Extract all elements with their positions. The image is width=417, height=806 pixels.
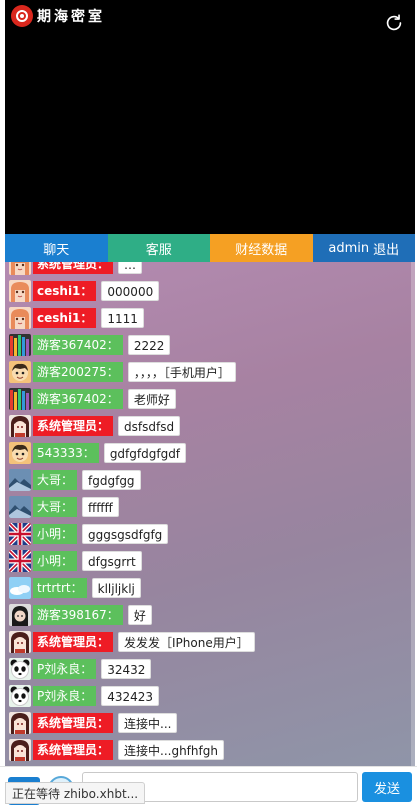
message-sender-name: P刘永良： <box>33 659 97 679</box>
chat-message: 系统管理员： 发发发［IPhone用户］ <box>9 631 255 653</box>
message-sender-name: 系统管理员： <box>33 262 114 274</box>
message-sender-name: 系统管理员： <box>33 740 114 760</box>
girl-avatar <box>9 262 31 275</box>
message-sender-name: trtrtrt： <box>33 578 87 598</box>
girl-avatar <box>9 280 31 302</box>
chat-message: 543333： gdfgfdgfgdf <box>9 442 187 464</box>
anime-avatar <box>9 739 31 761</box>
video-player[interactable]: 期海密室 <box>5 0 415 234</box>
sky-avatar <box>9 577 31 599</box>
tab-finance-data[interactable]: 财经数据 <box>210 234 313 262</box>
message-text: dfgsgrrt <box>82 551 142 571</box>
message-sender-name: 小明： <box>33 524 78 544</box>
tab-customer-service-label: 客服 <box>145 242 172 258</box>
landscape-avatar <box>9 469 31 491</box>
message-text: 000000 <box>101 281 160 301</box>
chat-message-list[interactable]: 系统管理员：… ceshi1： 000000 ceshi1： 1111 游客367402：… <box>5 262 415 766</box>
boy-avatar <box>9 442 31 464</box>
message-sender-name: 系统管理员： <box>33 713 114 733</box>
logo: 期海密室 <box>11 5 105 27</box>
anime-avatar <box>9 631 31 653</box>
message-sender-name: ceshi1： <box>33 308 97 328</box>
logout-link[interactable]: 退出 <box>373 239 399 258</box>
message-sender-name: 大哥： <box>33 470 78 490</box>
message-sender-name: P刘永良： <box>33 686 97 706</box>
panda-avatar <box>9 685 31 707</box>
chat-message: P刘永良： 432423 <box>9 685 160 707</box>
logo-icon <box>11 5 33 27</box>
dark-girl-avatar <box>9 604 31 626</box>
tab-chat[interactable]: 聊天 <box>5 234 108 262</box>
message-sender-name: 游客200275： <box>33 362 123 382</box>
message-text: 老师好 <box>127 389 176 409</box>
message-sender-name: 小明： <box>33 551 78 571</box>
pencils-avatar <box>9 388 31 410</box>
chat-message: ceshi1： 1111 <box>9 307 144 329</box>
message-text: gggsgsdfgfg <box>82 524 169 544</box>
chat-message: P刘永良： 32432 <box>9 658 152 680</box>
pencils-avatar <box>9 334 31 356</box>
message-sender-name: 543333： <box>33 443 99 463</box>
message-text: gdfgfdgfgdf <box>103 443 187 463</box>
message-text: 好 <box>127 605 152 625</box>
message-text: 2222 <box>127 335 171 355</box>
message-text: 连接中... <box>118 713 178 733</box>
tab-chat-label: 聊天 <box>43 242 70 258</box>
tab-finance-data-label: 财经数据 <box>235 242 288 258</box>
chat-message: trtrtrt： klljljklj <box>9 577 141 599</box>
message-sender-name: 游客367402： <box>33 389 123 409</box>
chat-message: 游客398167：好 <box>9 604 152 626</box>
message-text: … <box>118 262 143 274</box>
app-root: 期海密室 聊天 客服 财经数据 admin 退出 系统管理员： … ceshi1： 0… <box>0 0 417 806</box>
logo-text: 期海密室 <box>37 9 105 25</box>
girl-avatar <box>9 307 31 329</box>
message-sender-name: 大哥： <box>33 497 78 517</box>
landscape-avatar <box>9 496 31 518</box>
chat-message: 游客367402： 2222 <box>9 334 171 356</box>
message-text: ffffff <box>82 497 119 517</box>
send-button[interactable]: 发送 <box>362 772 412 802</box>
chat-message: 大哥： fgdgfgg <box>9 469 141 491</box>
chat-message: 小明： gggsgsdfgfg <box>9 523 169 545</box>
message-sender-name: ceshi1： <box>33 281 97 301</box>
message-text: 1111 <box>101 308 144 328</box>
message-text: 32432 <box>101 659 152 679</box>
chat-message: 系统管理员： 连接中...ghfhfgh <box>9 739 224 761</box>
chat-message: 小明： dfgsgrrt <box>9 550 142 572</box>
admin-username: admin <box>328 240 370 256</box>
message-text: fgdgfgg <box>82 470 141 490</box>
message-text: dsfsdfsd <box>118 416 181 436</box>
anime-avatar <box>9 415 31 437</box>
chat-message: 大哥： ffffff <box>9 496 119 518</box>
flag-avatar <box>9 523 31 545</box>
refresh-icon[interactable] <box>383 12 405 34</box>
tab-bar: 聊天 客服 财经数据 admin 退出 <box>5 234 415 262</box>
chat-scrollbar[interactable] <box>411 262 415 766</box>
tab-customer-service[interactable]: 客服 <box>107 234 210 262</box>
chat-message: 游客367402： 老师好 <box>9 388 176 410</box>
message-text: ，，，，［手机用户］ <box>127 362 236 382</box>
boy-avatar <box>9 361 31 383</box>
browser-status-bar: 正在等待 zhibo.xhbt... <box>5 782 146 804</box>
message-sender-name: 系统管理员： <box>33 416 114 436</box>
chat-message: 系统管理员： 连接中... <box>9 712 178 734</box>
chat-message: 游客200275： ，，，，［手机用户］ <box>9 361 236 383</box>
chat-message: 系统管理员： … <box>9 262 143 275</box>
flag-avatar <box>9 550 31 572</box>
anime-avatar <box>9 712 31 734</box>
message-text: 发发发［IPhone用户］ <box>118 632 255 652</box>
tab-admin-logout[interactable]: admin 退出 <box>312 234 415 262</box>
message-sender-name: 系统管理员： <box>33 632 114 652</box>
message-sender-name: 游客398167： <box>33 605 123 625</box>
panda-avatar <box>9 658 31 680</box>
message-sender-name: 游客367402： <box>33 335 123 355</box>
message-text: 连接中...ghfhfgh <box>118 740 224 760</box>
message-text: klljljklj <box>91 578 141 598</box>
chat-message: 系统管理员： dsfsdfsd <box>9 415 181 437</box>
message-text: 432423 <box>101 686 160 706</box>
chat-message: ceshi1： 000000 <box>9 280 160 302</box>
